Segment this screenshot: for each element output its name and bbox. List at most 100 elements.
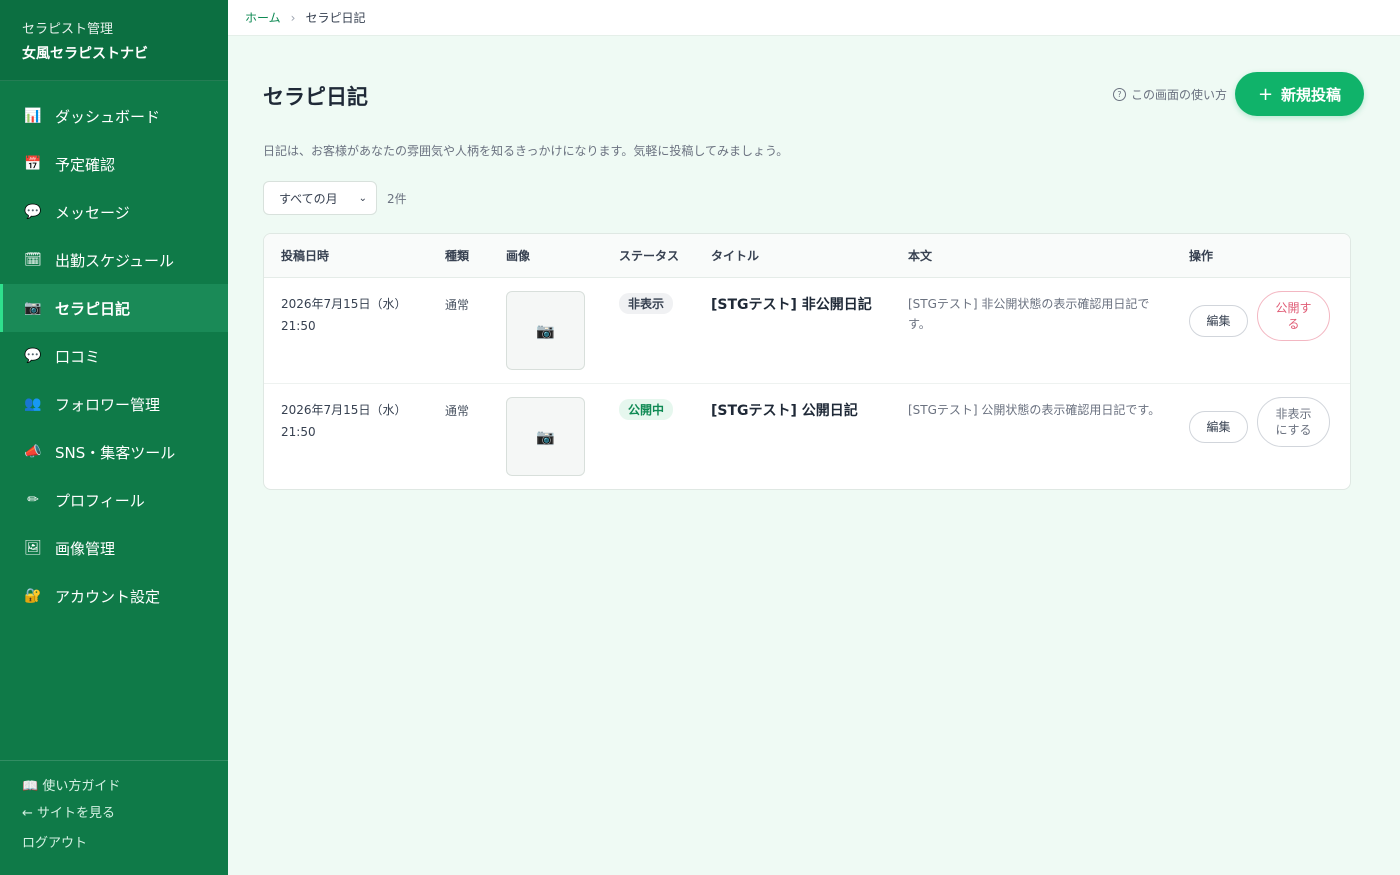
post-time: 21:50 <box>281 319 316 333</box>
kind-cell: 通常 <box>445 384 506 490</box>
table-row: 2026年7月15日（水） 21:50 通常 📷 非表示 [STGテスト] 非公… <box>264 277 1350 384</box>
guide-link[interactable]: 📖 使い方ガイド <box>22 778 228 796</box>
header-image: 画像 <box>506 234 619 278</box>
sidebar-item-sns-tools[interactable]: 📣 SNS・集客ツール <box>0 428 228 476</box>
sidebar-item-label: 口コミ <box>55 347 101 366</box>
kind-cell: 通常 <box>445 277 506 384</box>
chevron-down-icon: ⌄ <box>358 192 367 204</box>
date-cell: 2026年7月15日（水） 21:50 <box>264 277 445 384</box>
status-cell: 公開中 <box>619 384 711 490</box>
logout-link[interactable]: ログアウト <box>22 835 228 853</box>
diary-table-card: 投稿日時 種類 画像 ステータス タイトル 本文 操作 2026年7月15日（水… <box>263 233 1351 490</box>
sidebar-footer: 📖 使い方ガイド ← サイトを見る ログアウト <box>0 760 228 862</box>
new-post-button[interactable]: + 新規投稿 <box>1235 72 1364 116</box>
view-site-link[interactable]: ← サイトを見る <box>22 805 228 823</box>
sidebar-item-label: フォロワー管理 <box>55 395 161 414</box>
plus-icon: + <box>1257 83 1274 105</box>
header-title: タイトル <box>711 234 908 278</box>
main-area: ホーム › セラピ日記 セラピ日記 ? この画面の使い方 + 新規投稿 日記は、… <box>228 0 1400 875</box>
speech-bubble-icon: 💬 <box>24 204 42 220</box>
table-row: 2026年7月15日（水） 21:50 通常 📷 公開中 [STGテスト] 公開… <box>264 384 1350 490</box>
header-status: ステータス <box>619 234 711 278</box>
sidebar-item-label: セラピ日記 <box>55 299 131 318</box>
table-header-row: 投稿日時 種類 画像 ステータス タイトル 本文 操作 <box>264 234 1350 278</box>
image-icon: 🖼 <box>24 540 42 556</box>
title-cell: [STGテスト] 公開日記 <box>711 384 908 490</box>
camera-icon: 📷 <box>536 427 555 446</box>
result-count: 2件 <box>387 191 407 206</box>
ops-cell: 編集 公開する <box>1189 277 1350 384</box>
body-cell: [STGテスト] 公開状態の表示確認用日記です。 <box>908 384 1189 490</box>
help-label: この画面の使い方 <box>1130 88 1227 102</box>
breadcrumb-separator: › <box>290 10 296 25</box>
sidebar-item-diary[interactable]: 📷 セラピ日記 <box>0 284 228 332</box>
sidebar-item-label: 画像管理 <box>55 539 116 558</box>
sidebar-item-reviews[interactable]: 💬 口コミ <box>0 332 228 380</box>
sidebar-item-shift-schedule[interactable]: 🗓 出勤スケジュール <box>0 236 228 284</box>
header-kind: 種類 <box>445 234 506 278</box>
post-date: 2026年7月15日（水） <box>281 403 407 417</box>
month-select-value: すべての月 <box>279 191 338 206</box>
edit-button[interactable]: 編集 <box>1189 304 1248 337</box>
status-badge: 公開中 <box>619 399 674 420</box>
sidebar-item-account-settings[interactable]: 🔐 アカウント設定 <box>0 572 228 620</box>
sidebar-item-images[interactable]: 🖼 画像管理 <box>0 524 228 572</box>
sidebar-item-label: 出勤スケジュール <box>55 251 174 270</box>
diary-table: 投稿日時 種類 画像 ステータス タイトル 本文 操作 2026年7月15日（水… <box>264 234 1350 489</box>
sidebar-item-label: 予定確認 <box>55 155 116 174</box>
megaphone-icon: 📣 <box>24 444 42 460</box>
breadcrumb: ホーム › セラピ日記 <box>228 0 1400 36</box>
lock-icon: 🔐 <box>24 588 42 604</box>
brand-subtitle: セラピスト管理 <box>22 22 114 37</box>
image-cell: 📷 <box>506 384 619 490</box>
post-kind: 通常 <box>445 298 470 312</box>
thumbnail[interactable]: 📷 <box>506 291 585 370</box>
breadcrumb-home[interactable]: ホーム <box>245 9 281 26</box>
post-body: [STGテスト] 公開状態の表示確認用日記です。 <box>908 403 1161 417</box>
header-body: 本文 <box>908 234 1189 278</box>
body-cell: [STGテスト] 非公開状態の表示確認用日記です。 <box>908 277 1189 384</box>
sidebar-item-label: ダッシュボード <box>55 107 161 126</box>
publish-button[interactable]: 公開する <box>1257 291 1330 341</box>
breadcrumb-current: セラピ日記 <box>305 11 366 25</box>
content: セラピ日記 ? この画面の使い方 + 新規投稿 日記は、お客様があなたの雰囲気や… <box>228 36 1400 490</box>
post-kind: 通常 <box>445 404 470 418</box>
filter-row: すべての月 ⌄ 2件 <box>263 181 1365 215</box>
page-title: セラピ日記 <box>263 85 368 109</box>
sidebar-item-dashboard[interactable]: 📊 ダッシュボード <box>0 92 228 140</box>
header-date: 投稿日時 <box>264 234 445 278</box>
help-link[interactable]: ? この画面の使い方 <box>1112 86 1227 103</box>
question-icon: ? <box>1112 88 1126 101</box>
post-date: 2026年7月15日（水） <box>281 297 407 311</box>
chart-icon: 📊 <box>24 108 42 124</box>
ops-cell: 編集 非表示にする <box>1189 384 1350 490</box>
sidebar-item-label: メッセージ <box>55 203 130 222</box>
sidebar-nav: 📊 ダッシュボード 📅 予定確認 💬 メッセージ 🗓 出勤スケジュール 📷 セラ… <box>0 81 228 620</box>
sidebar-item-followers[interactable]: 👥 フォロワー管理 <box>0 380 228 428</box>
sidebar-item-messages[interactable]: 💬 メッセージ <box>0 188 228 236</box>
sidebar-item-schedule-check[interactable]: 📅 予定確認 <box>0 140 228 188</box>
brand: セラピスト管理 女風セラピストナビ <box>0 0 228 81</box>
header-ops: 操作 <box>1189 234 1350 278</box>
edit-button[interactable]: 編集 <box>1189 410 1248 443</box>
title-cell: [STGテスト] 非公開日記 <box>711 277 908 384</box>
post-title[interactable]: [STGテスト] 非公開日記 <box>711 278 908 314</box>
schedule-icon: 🗓 <box>24 252 42 268</box>
sidebar-item-label: アカウント設定 <box>55 587 161 606</box>
status-cell: 非表示 <box>619 277 711 384</box>
followers-icon: 👥 <box>24 396 42 412</box>
post-time: 21:50 <box>281 425 316 439</box>
thumbnail[interactable]: 📷 <box>506 397 585 476</box>
review-bubble-icon: 💬 <box>24 348 42 364</box>
brand-title: 女風セラピストナビ <box>22 46 148 62</box>
camera-icon: 📷 <box>536 321 555 340</box>
post-title[interactable]: [STGテスト] 公開日記 <box>711 384 908 420</box>
sidebar-item-label: SNS・集客ツール <box>55 443 176 462</box>
month-select[interactable]: すべての月 ⌄ <box>263 181 377 215</box>
camera-icon: 📷 <box>24 300 42 316</box>
calendar-icon: 📅 <box>24 156 42 172</box>
hide-button[interactable]: 非表示にする <box>1257 397 1330 447</box>
post-body: [STGテスト] 非公開状態の表示確認用日記です。 <box>908 297 1150 331</box>
date-cell: 2026年7月15日（水） 21:50 <box>264 384 445 490</box>
sidebar-item-profile[interactable]: ✏ プロフィール <box>0 476 228 524</box>
